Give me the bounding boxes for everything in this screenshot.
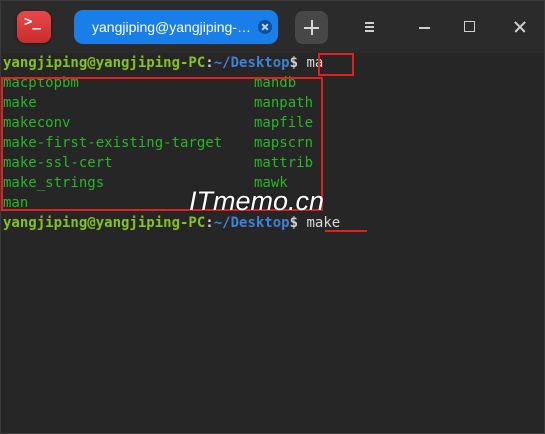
close-window-button[interactable] [508,15,532,39]
menu-line-icon [365,22,374,24]
tab-title: yangjiping@yangjiping-… [92,19,251,35]
prompt-user-host: yangjiping@yangjiping-PC [3,55,206,71]
prompt-line-1: yangjiping@yangjiping-PC:~/Desktop$ ma [3,53,323,73]
watermark: ITmemo.cn [189,186,325,216]
maximize-button[interactable] [458,15,482,39]
new-tab-button[interactable] [295,11,328,44]
prompt-dollar: $ [289,55,299,71]
prompt-user-host: yangjiping@yangjiping-PC [3,215,206,231]
minimize-button[interactable] [413,15,437,39]
menu-button[interactable] [358,15,382,39]
terminal-output[interactable]: yangjiping@yangjiping-PC:~/Desktop$ ma m… [1,53,544,433]
title-bar: >_ yangjiping@yangjiping-… [1,1,544,53]
typed-command-2: make [306,215,341,231]
highlight-underline-command [325,230,367,232]
prompt-dollar: $ [289,215,299,231]
prompt-path: ~/Desktop [213,215,290,231]
prompt-colon: : [205,55,214,71]
prompt-colon: : [205,215,214,231]
terminal-app-icon: >_ [17,11,51,43]
prompt-path: ~/Desktop [213,55,290,71]
app-icon-glyph: >_ [24,14,41,30]
menu-line-icon [365,30,374,32]
menu-line-icon [365,26,374,28]
terminal-window: >_ yangjiping@yangjiping-… yangjiping@ya… [0,0,545,434]
tab-terminal-session[interactable]: yangjiping@yangjiping-… [74,10,278,44]
tab-close-icon[interactable] [258,20,272,34]
highlight-box-input [318,53,354,76]
